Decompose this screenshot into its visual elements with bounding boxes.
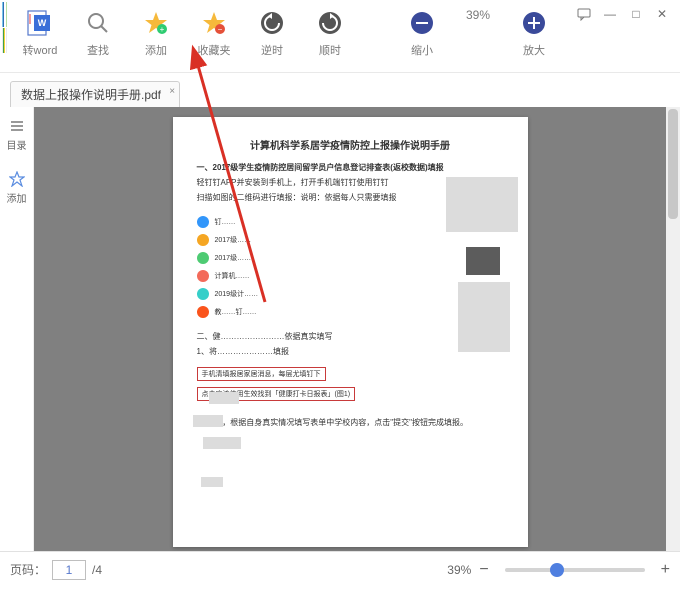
star-fav-icon: −	[199, 8, 229, 38]
find-label: 查找	[87, 42, 109, 58]
feedback-button[interactable]	[576, 6, 592, 22]
app-label: 2017级……	[215, 235, 252, 245]
convert-word-label: 转word	[23, 42, 58, 58]
maximize-button[interactable]: □	[628, 6, 644, 22]
tab-bar: 数据上报操作说明手册.pdf ×	[0, 73, 680, 107]
app-label: 钉……	[215, 217, 236, 227]
app-logo	[0, 0, 8, 73]
zoom-slider-handle[interactable]	[550, 563, 564, 577]
placeholder-block	[201, 477, 223, 487]
favorites-button[interactable]: − 收藏夹	[196, 8, 232, 58]
star-add-icon: +	[141, 8, 171, 38]
document-tab[interactable]: 数据上报操作说明手册.pdf ×	[10, 81, 180, 107]
page-label: 页码：	[10, 561, 46, 578]
minimize-button[interactable]: —	[602, 6, 618, 22]
close-button[interactable]: ✕	[654, 6, 670, 22]
page-total: /4	[92, 563, 102, 577]
doc-line: (如图2)，根据自身真实情况填写表单中学校内容，点击"提交"按钮完成填报。	[197, 417, 504, 428]
app-label: 教……钉……	[215, 307, 257, 317]
rotate-ccw-label: 逆时	[261, 42, 283, 58]
pdf-page: 计算机科学系居学疫情防控上报操作说明手册 一、2017级学生疫情防控居间留学员户…	[173, 117, 528, 547]
status-zoom-value: 39%	[447, 563, 471, 577]
zoom-minus-button[interactable]: −	[479, 561, 488, 579]
zoom-plus-button[interactable]: +	[661, 561, 670, 579]
sidebar-fav-button[interactable]: 添加	[7, 170, 27, 205]
list-item: 2017级……	[197, 249, 504, 267]
app-label: 2017级……	[215, 253, 252, 263]
doc-title: 计算机科学系居学疫情防控上报操作说明手册	[197, 137, 504, 152]
zoom-out-label: 缩小	[411, 42, 433, 58]
svg-text:W: W	[38, 18, 47, 28]
app-icon	[197, 234, 209, 246]
add-button[interactable]: + 添加	[138, 8, 174, 58]
svg-text:+: +	[160, 25, 165, 34]
zoom-in-label: 放大	[523, 42, 545, 58]
word-icon: W	[25, 8, 55, 38]
rotate-cw-label: 顺时	[319, 42, 341, 58]
zoom-out-button[interactable]: 缩小	[404, 8, 440, 58]
find-button[interactable]: 查找	[80, 8, 116, 58]
sidebar-toc-button[interactable]: 目录	[7, 117, 27, 152]
zoom-in-button[interactable]: 放大	[516, 8, 552, 58]
placeholder-block	[193, 415, 223, 427]
add-label: 添加	[145, 42, 167, 58]
app-icon	[197, 216, 209, 228]
app-icon	[197, 270, 209, 282]
list-item: 2017级……	[197, 231, 504, 249]
main-toolbar: W 转word 查找 + 添加 − 收藏夹 逆时	[8, 0, 566, 60]
app-label: 2019级计……	[215, 289, 259, 299]
vertical-scrollbar[interactable]	[666, 107, 680, 551]
app-label: 计算机……	[215, 271, 250, 281]
toolbar-zoom-value: 39%	[466, 8, 490, 22]
rotate-cw-icon	[315, 8, 345, 38]
tab-close-button[interactable]: ×	[169, 86, 175, 97]
highlight-box: 手机清填报居家居消息，每层尤填钉下	[197, 367, 326, 381]
plus-circle-icon	[519, 8, 549, 38]
status-bar: 页码： /4 39% − +	[0, 551, 680, 587]
window-controls: — □ ✕	[566, 0, 680, 28]
placeholder-block	[203, 437, 241, 449]
document-viewer[interactable]: 计算机科学系居学疫情防控上报操作说明手册 一、2017级学生疫情防控居间留学员户…	[34, 107, 666, 551]
svg-text:−: −	[218, 25, 223, 34]
search-icon	[83, 8, 113, 38]
zoom-slider[interactable]	[505, 568, 645, 572]
placeholder-block	[466, 247, 500, 275]
star-outline-icon	[8, 170, 26, 188]
rotate-ccw-button[interactable]: 逆时	[254, 8, 290, 58]
doc-line: 一、2017级学生疫情防控居间留学员户信息登记排查表(返校数据)填报	[197, 162, 504, 173]
placeholder-block	[209, 392, 239, 404]
favorites-label: 收藏夹	[197, 42, 230, 58]
list-icon	[8, 117, 26, 135]
app-icon	[197, 252, 209, 264]
sidebar-fav-label: 添加	[7, 190, 27, 205]
convert-word-button[interactable]: W 转word	[22, 8, 58, 58]
minus-circle-icon	[407, 8, 437, 38]
page-number-input[interactable]	[52, 560, 86, 580]
placeholder-block	[446, 177, 518, 232]
sidebar-toc-label: 目录	[7, 137, 27, 152]
app-icon	[197, 306, 209, 318]
scrollbar-thumb[interactable]	[668, 109, 678, 219]
rotate-cw-button[interactable]: 顺时	[312, 8, 348, 58]
rotate-ccw-icon	[257, 8, 287, 38]
sidebar: 目录 添加	[0, 107, 34, 551]
app-icon	[197, 288, 209, 300]
placeholder-block	[458, 282, 510, 352]
tab-title: 数据上报操作说明手册.pdf	[21, 86, 161, 103]
